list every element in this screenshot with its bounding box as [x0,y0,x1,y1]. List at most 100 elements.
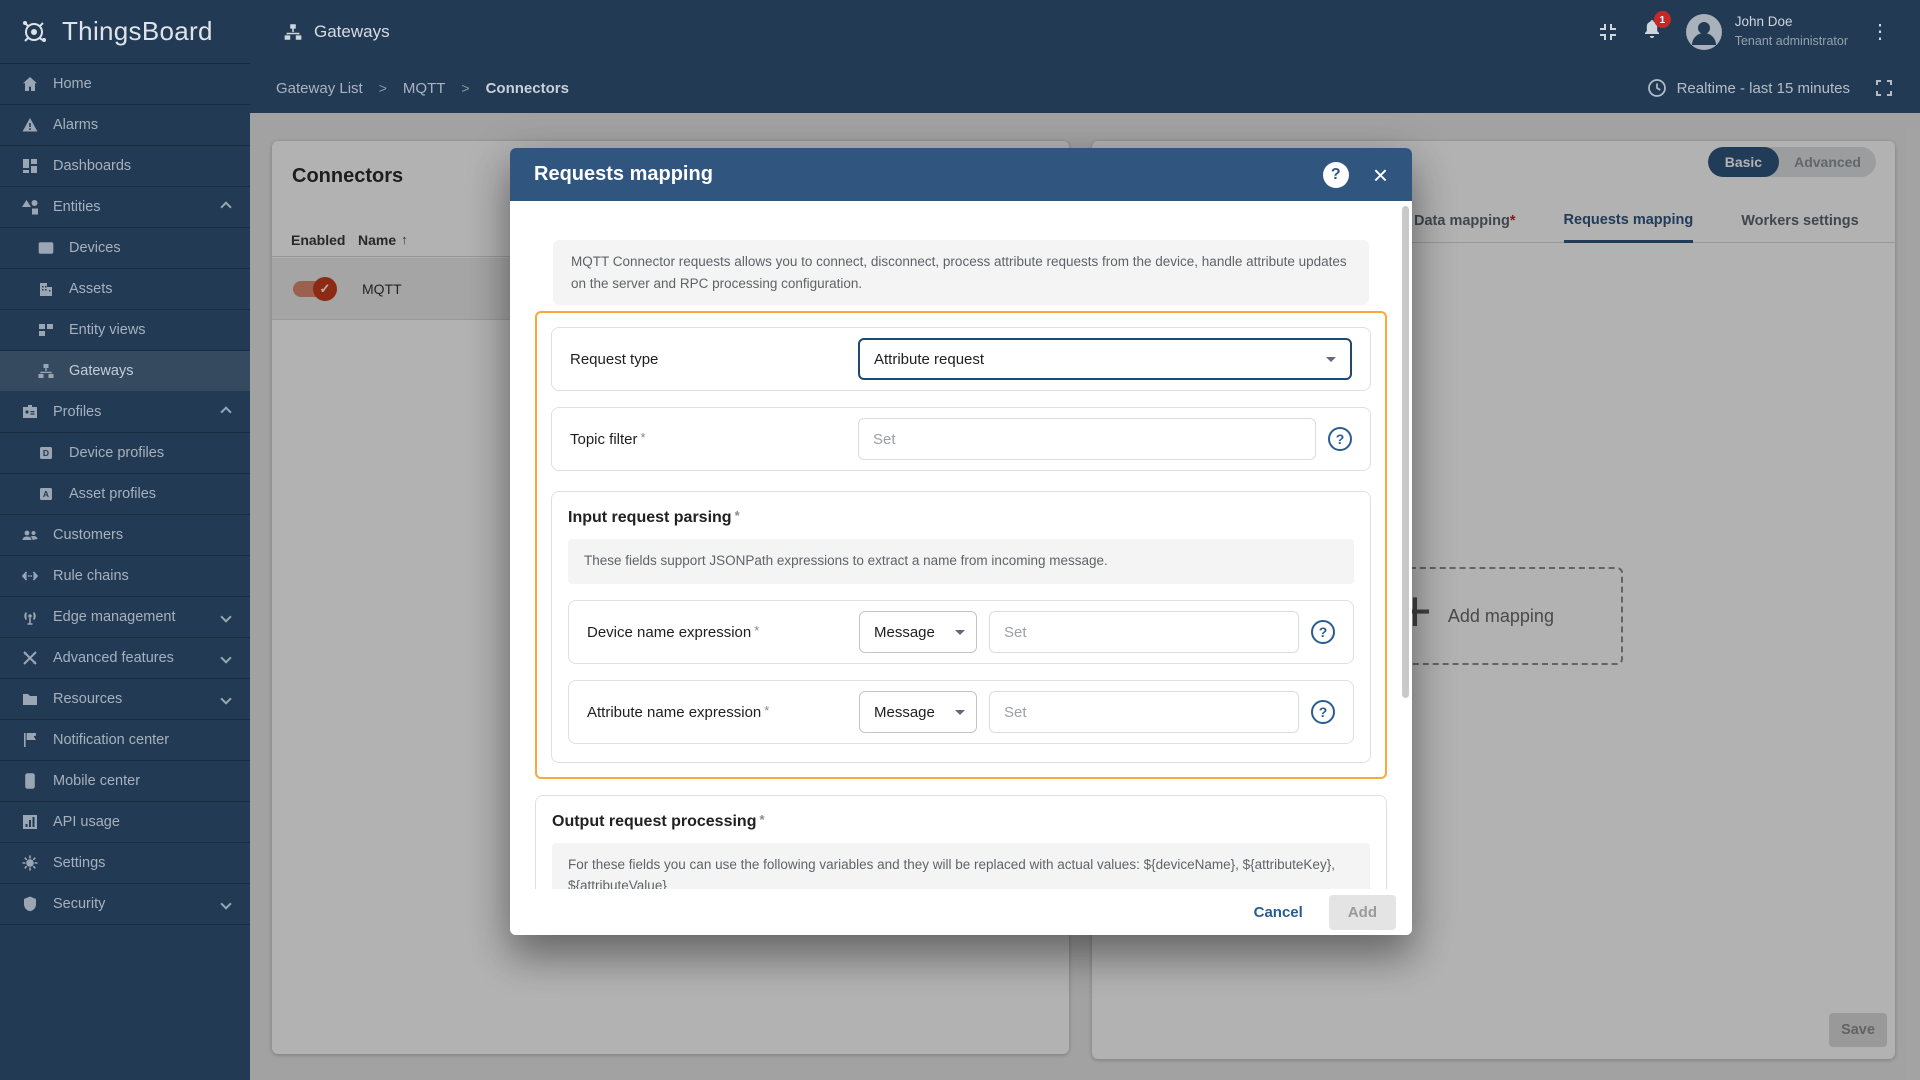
sidebar-item-asset-profiles[interactable]: A Asset profiles [0,474,250,515]
section-title: Output request processing* [552,812,1370,831]
notifications-button[interactable]: 1 [1641,18,1663,45]
dialog-body: MQTT Connector requests allows you to co… [510,201,1412,889]
notification-center-icon [20,731,40,749]
sidebar-item-resources[interactable]: Resources [0,679,250,720]
sidebar-item-gateways[interactable]: Gateways [0,351,250,392]
attribute-name-expression-input[interactable] [989,691,1299,733]
sidebar-item-profiles[interactable]: Profiles [0,392,250,433]
edge-management-icon [20,608,40,626]
dialog-header: Requests mapping ? × [510,148,1412,201]
sidebar-item-edge-management[interactable]: Edge management [0,597,250,638]
header-actions: 1 John Doe Tenant administrator ⋮ [1597,13,1890,51]
sidebar-item-devices[interactable]: Devices [0,228,250,269]
attribute-name-source-select[interactable]: Message [859,691,977,733]
gateways-icon [36,362,56,380]
customers-icon [20,526,40,544]
sidebar-item-rule-chains[interactable]: Rule chains [0,556,250,597]
devices-icon [36,239,56,257]
topic-filter-row: Topic filter* ? [551,407,1371,471]
alarm-icon [20,116,40,134]
fullscreen-icon[interactable] [1874,78,1894,98]
clock-icon [1647,78,1667,98]
topic-filter-label: Topic filter* [570,430,858,448]
attribute-name-expression-label: Attribute name expression* [587,703,859,721]
device-name-expression-input[interactable] [989,611,1299,653]
settings-gear-icon [20,854,40,872]
requests-mapping-dialog: Requests mapping ? × MQTT Connector requ… [510,148,1412,935]
sidebar-item-entities[interactable]: Entities [0,187,250,228]
breadcrumb-connectors: Connectors [486,80,569,97]
exit-fullscreen-icon[interactable] [1597,21,1619,43]
sidebar-item-entity-views[interactable]: Entity views [0,310,250,351]
mobile-center-icon [20,772,40,790]
chevron-down-icon [220,898,231,909]
help-icon[interactable]: ? [1311,620,1335,644]
entities-icon [20,198,40,216]
chevron-down-icon [955,630,965,635]
sidebar: ThingsBoard Home Alarms Dashboards Entit… [0,0,250,1080]
cancel-button[interactable]: Cancel [1238,896,1319,929]
breadcrumb-bar: Gateway List > MQTT > Connectors Realtim… [250,63,1920,113]
device-name-expression-label: Device name expression* [587,623,859,641]
sidebar-item-home[interactable]: Home [0,64,250,105]
breadcrumb-gateway-list[interactable]: Gateway List [276,80,363,97]
breadcrumb-mqtt[interactable]: MQTT [403,80,446,97]
device-name-source-select[interactable]: Message [859,611,977,653]
dialog-description: MQTT Connector requests allows you to co… [553,240,1369,305]
home-icon [20,75,40,93]
section-title: Input request parsing* [568,508,1354,527]
chevron-up-icon [220,406,231,417]
chevron-down-icon [1326,357,1336,362]
assets-icon [36,280,56,298]
thingsboard-logo-icon [16,14,52,50]
help-icon[interactable]: ? [1323,162,1349,188]
topic-filter-input[interactable] [858,418,1316,460]
required-mark: * [641,430,646,445]
required-mark: * [764,703,769,718]
sidebar-item-dashboards[interactable]: Dashboards [0,146,250,187]
sidebar-item-notification-center[interactable]: Notification center [0,720,250,761]
dialog-footer: Cancel Add [510,889,1412,935]
notification-badge: 1 [1654,11,1671,28]
required-mark: * [754,623,759,638]
asset-profiles-icon: A [36,485,56,503]
sidebar-nav: Home Alarms Dashboards Entities Devices … [0,63,250,925]
entity-views-icon [36,321,56,339]
sidebar-item-settings[interactable]: Settings [0,843,250,884]
sidebar-item-security[interactable]: Security [0,884,250,925]
add-button[interactable]: Add [1329,895,1396,930]
device-name-expression-row: Device name expression* Message ? [568,600,1354,664]
section-hint: These fields support JSONPath expression… [568,539,1354,584]
user-menu[interactable]: John Doe Tenant administrator [1685,13,1848,51]
help-icon[interactable]: ? [1328,427,1352,451]
profiles-icon [20,403,40,421]
help-icon[interactable]: ? [1311,700,1335,724]
sidebar-item-customers[interactable]: Customers [0,515,250,556]
brand-name: ThingsBoard [62,16,213,47]
sidebar-item-device-profiles[interactable]: D Device profiles [0,433,250,474]
brand[interactable]: ThingsBoard [0,0,250,63]
chevron-down-icon [220,652,231,663]
kebab-menu-icon[interactable]: ⋮ [1870,22,1890,42]
sidebar-item-alarms[interactable]: Alarms [0,105,250,146]
request-type-select[interactable]: Attribute request [858,338,1352,380]
sidebar-item-advanced-features[interactable]: Advanced features [0,638,250,679]
dialog-scrollbar[interactable] [1402,206,1409,698]
required-mark: * [735,508,740,523]
svg-text:A: A [43,489,49,499]
chevron-up-icon [220,201,231,212]
svg-text:D: D [43,448,49,458]
chevron-down-icon [220,693,231,704]
sidebar-item-assets[interactable]: Assets [0,269,250,310]
close-icon[interactable]: × [1373,162,1388,188]
chevron-down-icon [955,710,965,715]
input-request-parsing-section: Input request parsing* These fields supp… [551,491,1371,763]
section-hint: For these fields you can use the followi… [552,843,1370,889]
rule-chains-icon [20,567,40,585]
timewindow-button[interactable]: Realtime - last 15 minutes [1647,78,1894,98]
gateways-icon [283,22,303,42]
device-profiles-icon: D [36,444,56,462]
sidebar-item-api-usage[interactable]: API usage [0,802,250,843]
chevron-down-icon [220,611,231,622]
sidebar-item-mobile-center[interactable]: Mobile center [0,761,250,802]
